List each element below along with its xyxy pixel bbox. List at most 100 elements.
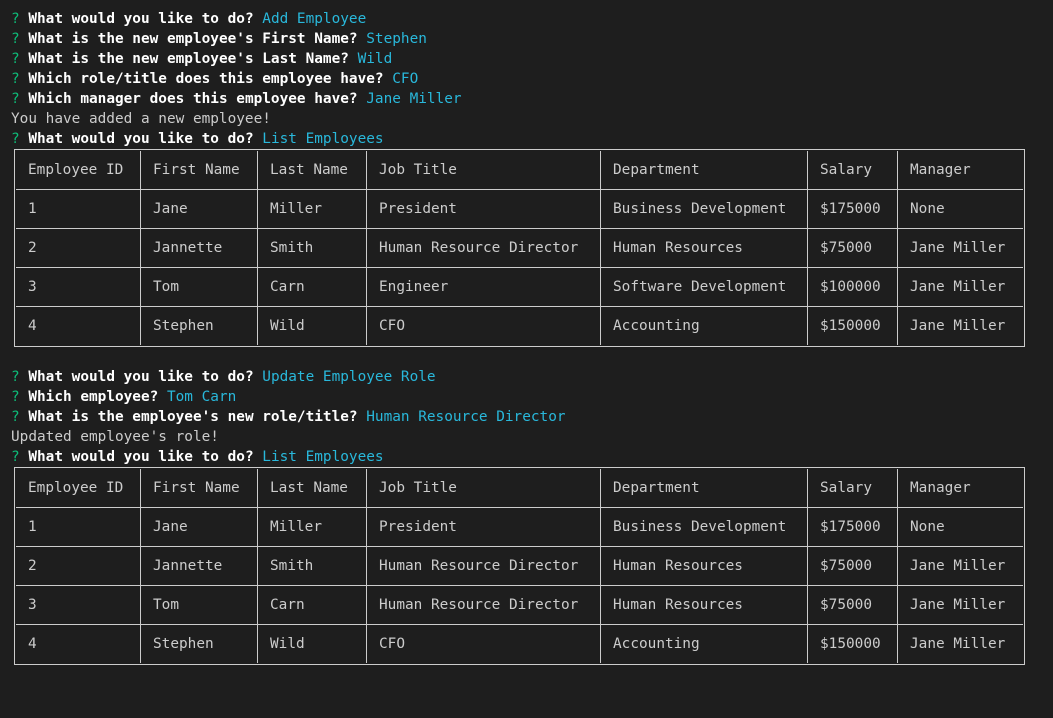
table-cell: Business Development xyxy=(600,189,807,228)
table-cell: 4 xyxy=(16,306,140,345)
table-cell: Jane xyxy=(140,189,257,228)
table-cell: Human Resource Director xyxy=(366,546,600,585)
table-cell: 4 xyxy=(16,624,140,663)
table-header-row: Employee ID First Name Last Name Job Tit… xyxy=(16,469,1023,507)
prompt-line: ? Which manager does this employee have?… xyxy=(11,89,1045,109)
prompt-text: What is the new employee's First Name? xyxy=(28,31,358,47)
table-cell: Smith xyxy=(257,228,366,267)
prompt-answer: CFO xyxy=(392,71,419,87)
prompt-answer: List Employees xyxy=(262,131,384,147)
table-cell: CFO xyxy=(366,624,600,663)
table-cell: Human Resources xyxy=(600,228,807,267)
table-cell: Software Development xyxy=(600,267,807,306)
prompt-line: ? What is the new employee's First Name?… xyxy=(11,29,1045,49)
table-cell: $150000 xyxy=(807,306,897,345)
table-cell: Jane Miller xyxy=(897,546,1023,585)
prompt-text: What would you like to do? xyxy=(28,131,254,147)
table-cell: 3 xyxy=(16,585,140,624)
prompt-answer: Human Resource Director xyxy=(366,409,566,425)
column-header: Employee ID xyxy=(28,480,124,496)
table-cell: $75000 xyxy=(807,585,897,624)
terminal-output: ? What would you like to do? Add Employe… xyxy=(11,9,1045,665)
prompt-line: ? What is the employee's new role/title?… xyxy=(11,407,1045,427)
table-cell: $175000 xyxy=(807,507,897,546)
table-cell: Jane Miller xyxy=(897,267,1023,306)
column-header: Last Name xyxy=(257,469,366,507)
prompt-line: ? What would you like to do? Add Employe… xyxy=(11,9,1045,29)
table-cell: Human Resources xyxy=(600,546,807,585)
prompt-text: What is the new employee's Last Name? xyxy=(28,51,349,67)
table-cell: 1 xyxy=(16,507,140,546)
prompt-answer: Tom Carn xyxy=(166,389,237,405)
table-cell: Accounting xyxy=(600,624,807,663)
prompt-line: ? Which role/title does this employee ha… xyxy=(11,69,1045,89)
table-cell: Accounting xyxy=(600,306,807,345)
question-mark-icon: ? xyxy=(11,91,20,107)
prompt-answer: List Employees xyxy=(262,449,384,465)
table-header-row: Employee ID First Name Last Name Job Tit… xyxy=(16,151,1023,189)
prompt-answer: Wild xyxy=(357,51,393,67)
table-cell: President xyxy=(366,189,600,228)
prompt-text: What would you like to do? xyxy=(28,11,254,27)
table-cell: None xyxy=(897,507,1023,546)
prompt-text: Which employee? xyxy=(28,389,159,405)
table-cell: Jannette xyxy=(140,228,257,267)
table-cell: None xyxy=(897,189,1023,228)
table-cell: Wild xyxy=(257,306,366,345)
column-header: Salary xyxy=(807,151,897,189)
table-cell: 2 xyxy=(16,228,140,267)
prompt-line: ? What is the new employee's Last Name? … xyxy=(11,49,1045,69)
column-header: Department xyxy=(600,469,807,507)
question-mark-icon: ? xyxy=(11,409,20,425)
table-cell: $175000 xyxy=(807,189,897,228)
prompt-text: Which manager does this employee have? xyxy=(28,91,358,107)
prompt-line: ? What would you like to do? Update Empl… xyxy=(11,367,1045,387)
table-row: 3 Tom Carn Human Resource Director Human… xyxy=(16,585,1023,624)
question-mark-icon: ? xyxy=(11,369,20,385)
prompt-answer: Jane Miller xyxy=(366,91,462,107)
table-cell: $150000 xyxy=(807,624,897,663)
column-header: Employee ID xyxy=(28,162,124,178)
table-cell: Carn xyxy=(257,585,366,624)
question-mark-icon: ? xyxy=(11,131,20,147)
question-mark-icon: ? xyxy=(11,449,20,465)
question-mark-icon: ? xyxy=(11,51,20,67)
table-cell: Jane Miller xyxy=(897,585,1023,624)
table-cell: 3 xyxy=(16,267,140,306)
table-cell: $75000 xyxy=(807,546,897,585)
column-header: First Name xyxy=(140,151,257,189)
table-cell: Human Resource Director xyxy=(366,228,600,267)
table-row: 3 Tom Carn Engineer Software Development… xyxy=(16,267,1023,306)
prompt-line: ? Which employee? Tom Carn xyxy=(11,387,1045,407)
table-cell: $100000 xyxy=(807,267,897,306)
table-cell: Tom xyxy=(140,585,257,624)
prompt-line: ? What would you like to do? List Employ… xyxy=(11,129,1045,149)
table-cell: Jane xyxy=(140,507,257,546)
table-cell: President xyxy=(366,507,600,546)
prompt-answer: Stephen xyxy=(366,31,427,47)
column-header: Salary xyxy=(807,469,897,507)
table-cell: Human Resource Director xyxy=(366,585,600,624)
table-cell: Human Resources xyxy=(600,585,807,624)
employee-table: Employee ID First Name Last Name Job Tit… xyxy=(14,149,1025,347)
question-mark-icon: ? xyxy=(11,71,20,87)
prompt-answer: Update Employee Role xyxy=(262,369,436,385)
table-cell: Tom xyxy=(140,267,257,306)
table-cell: Miller xyxy=(257,189,366,228)
status-message: You have added a new employee! xyxy=(11,111,271,127)
status-message: Updated employee's role! xyxy=(11,429,219,445)
table-row: 4 Stephen Wild CFO Accounting $150000 Ja… xyxy=(16,624,1023,663)
table-row: 4 Stephen Wild CFO Accounting $150000 Ja… xyxy=(16,306,1023,345)
table-cell: Engineer xyxy=(366,267,600,306)
table-cell: Wild xyxy=(257,624,366,663)
table-cell: 1 xyxy=(16,189,140,228)
table-cell: Business Development xyxy=(600,507,807,546)
table-row: 1 Jane Miller President Business Develop… xyxy=(16,189,1023,228)
column-header: Manager xyxy=(897,469,1023,507)
table-cell: Jannette xyxy=(140,546,257,585)
table-cell: $75000 xyxy=(807,228,897,267)
table-cell: Stephen xyxy=(140,624,257,663)
table-row: 2 Jannette Smith Human Resource Director… xyxy=(16,228,1023,267)
column-header: Manager xyxy=(897,151,1023,189)
table-cell: CFO xyxy=(366,306,600,345)
